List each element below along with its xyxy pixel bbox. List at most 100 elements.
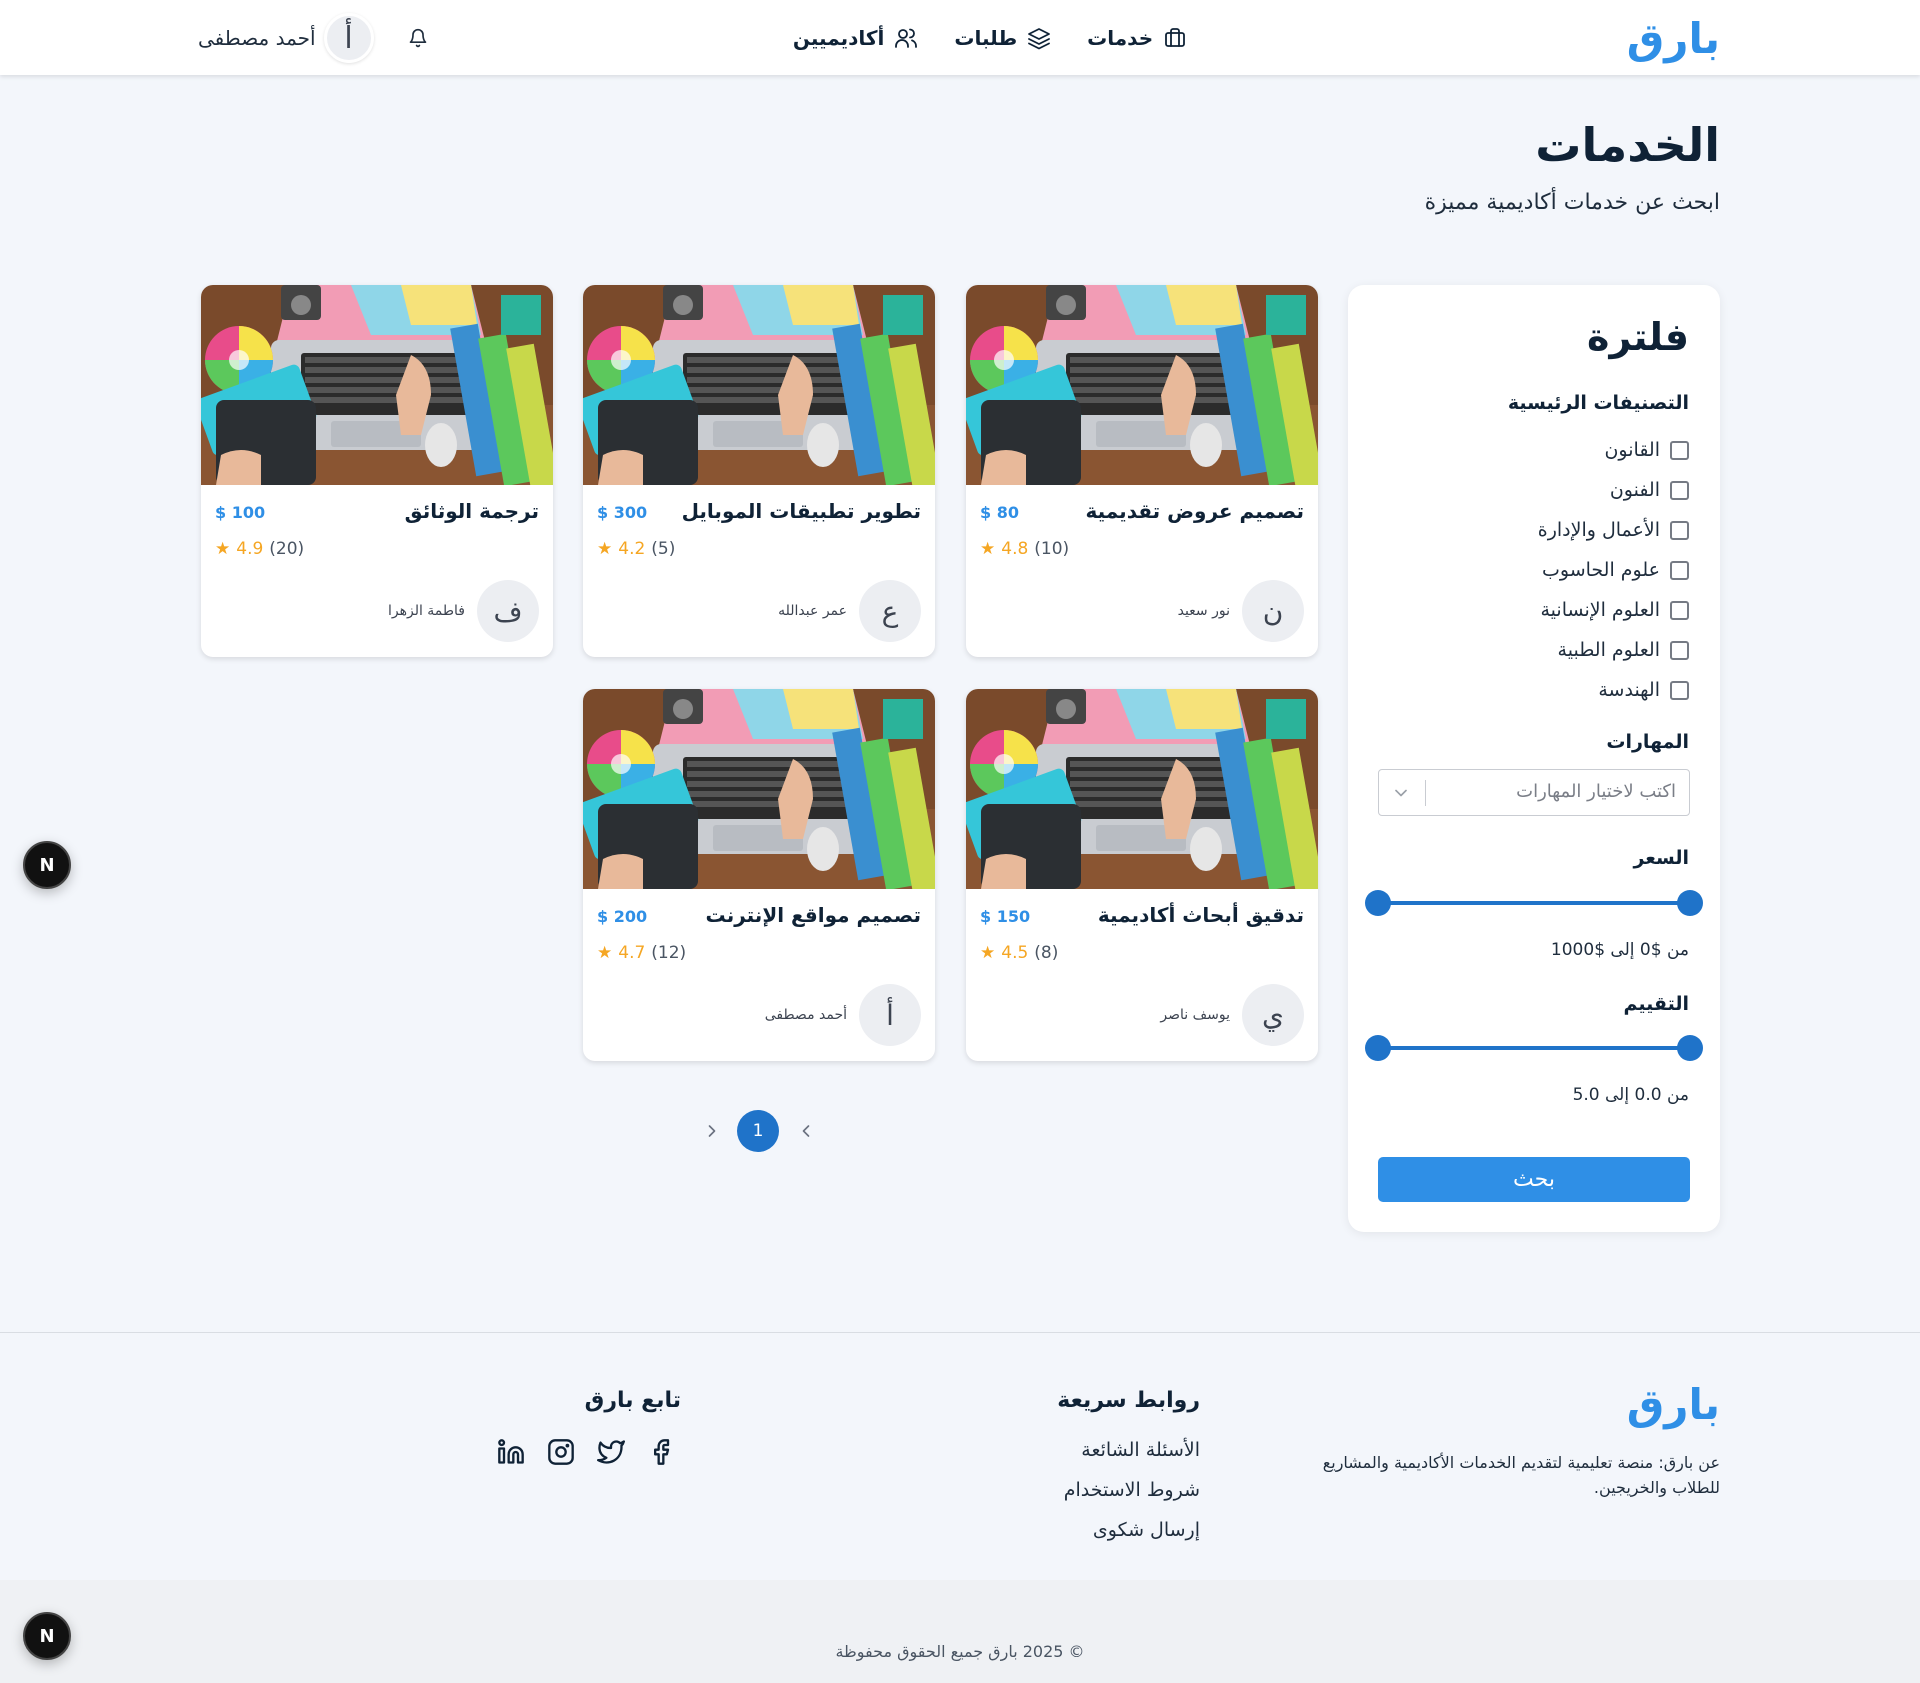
rating-value: 4.2	[618, 539, 646, 559]
categories-title: التصنيفات الرئيسية	[1507, 392, 1689, 414]
footer-link-complaint[interactable]: إرسال شكوى	[1064, 1510, 1200, 1550]
user-menu[interactable]: أ أحمد مصطفى	[198, 12, 374, 64]
service-card[interactable]: تطوير تطبيقات الموبايل $ 300 ★ 4.2 (5) ع…	[583, 285, 935, 657]
chevron-right-icon[interactable]	[796, 1120, 816, 1142]
author-name: فاطمة الزهرا	[387, 603, 465, 619]
checkbox[interactable]	[1670, 560, 1689, 580]
layers-icon	[1028, 27, 1051, 49]
follow-title: تابع بارق	[584, 1388, 681, 1413]
service-title[interactable]: تطوير تطبيقات الموبايل	[682, 499, 921, 523]
star-icon: ★	[597, 539, 613, 559]
floating-n-button[interactable]: N	[23, 1612, 71, 1660]
price-range-text: من $0 إلى $1000	[1550, 940, 1689, 960]
slider-thumb-min[interactable]	[1365, 890, 1391, 916]
author-name: عمر عبدالله	[778, 603, 847, 619]
category-label: الفنون	[1609, 479, 1660, 501]
checkbox[interactable]	[1670, 680, 1689, 700]
user-name: أحمد مصطفى	[198, 26, 316, 50]
skills-title: المهارات	[1606, 731, 1689, 753]
category-label: العلوم الطبية	[1557, 639, 1660, 661]
service-card[interactable]: تصميم مواقع الإنترنت $ 200 ★ 4.7 (12) أ …	[583, 689, 935, 1061]
avatar: ع	[859, 580, 921, 642]
nav-item-requests[interactable]: طلبات	[954, 26, 1051, 50]
author-name: نور سعيد	[1177, 603, 1230, 619]
checkbox[interactable]	[1670, 520, 1689, 540]
checkbox[interactable]	[1670, 440, 1689, 460]
price-slider[interactable]	[1365, 889, 1703, 917]
service-rating: ★ 4.9 (20)	[215, 539, 304, 559]
skills-select[interactable]: اكتب لاختيار المهارات	[1378, 769, 1690, 816]
avatar: أ	[323, 13, 374, 63]
service-title[interactable]: ترجمة الوثائق	[405, 499, 539, 523]
facebook-icon[interactable]	[647, 1438, 675, 1466]
rating-title: التقييم	[1623, 993, 1690, 1015]
chevron-left-icon[interactable]	[702, 1120, 722, 1142]
service-card[interactable]: تصميم عروض تقديمية $ 80 ★ 4.8 (10) ن نور…	[966, 285, 1318, 657]
category-item-law[interactable]: القانون	[1538, 430, 1689, 470]
slider-track	[1378, 1046, 1690, 1050]
nav-item-academics[interactable]: أكاديميين	[793, 26, 919, 50]
service-price: $ 80	[980, 503, 1019, 522]
slider-thumb-min[interactable]	[1365, 1035, 1391, 1061]
slider-thumb-max[interactable]	[1677, 1035, 1703, 1061]
service-card[interactable]: تدقيق أبحاث أكاديمية $ 150 ★ 4.5 (8) ي ي…	[966, 689, 1318, 1061]
service-title[interactable]: تصميم مواقع الإنترنت	[706, 903, 921, 927]
service-card[interactable]: ترجمة الوثائق $ 100 ★ 4.9 (20) ف فاطمة ا…	[201, 285, 553, 657]
filter-title: فلترة	[1587, 315, 1689, 359]
service-price: $ 200	[597, 907, 648, 926]
footer-brand[interactable]: بارق	[1627, 1380, 1720, 1429]
service-price: $ 100	[215, 503, 266, 522]
category-label: القانون	[1604, 439, 1660, 461]
service-image	[966, 689, 1318, 889]
search-button[interactable]: بحث	[1378, 1157, 1690, 1202]
rating-slider[interactable]	[1365, 1034, 1703, 1062]
category-label: الأعمال والإدارة	[1537, 519, 1660, 541]
rating-value: 4.8	[1001, 539, 1029, 559]
floating-n-button[interactable]: N	[23, 841, 71, 889]
service-author[interactable]: ف فاطمة الزهرا	[388, 580, 539, 642]
footer-about: عن بارق: منصة تعليمية لتقديم الخدمات الأ…	[1322, 1453, 1720, 1497]
service-author[interactable]: ي يوسف ناصر	[1160, 984, 1304, 1046]
instagram-icon[interactable]	[547, 1438, 575, 1466]
page-title: الخدمات	[1535, 118, 1720, 172]
rating-count: (12)	[651, 943, 687, 963]
chevron-down-icon[interactable]	[1391, 783, 1411, 803]
category-item-medical[interactable]: العلوم الطبية	[1538, 630, 1689, 670]
service-image	[201, 285, 553, 485]
category-item-engineering[interactable]: الهندسة	[1538, 670, 1689, 710]
category-item-humanities[interactable]: العلوم الإنسانية	[1538, 590, 1689, 630]
copyright-bar	[0, 1580, 1920, 1683]
rating-count: (5)	[651, 539, 676, 559]
category-list: القانون الفنون الأعمال والإدارة علوم الح…	[1538, 430, 1689, 710]
page-number-current[interactable]: 1	[737, 1110, 779, 1152]
category-item-computer-science[interactable]: علوم الحاسوب	[1538, 550, 1689, 590]
service-author[interactable]: ن نور سعيد	[1178, 580, 1304, 642]
bell-icon[interactable]	[408, 28, 428, 48]
service-image	[583, 689, 935, 889]
service-rating: ★ 4.8 (10)	[980, 539, 1069, 559]
service-title[interactable]: تدقيق أبحاث أكاديمية	[1098, 903, 1304, 927]
service-title[interactable]: تصميم عروض تقديمية	[1085, 499, 1304, 523]
quick-links-title: روابط سريعة	[1057, 1388, 1200, 1413]
checkbox[interactable]	[1670, 480, 1689, 500]
checkbox[interactable]	[1670, 640, 1689, 660]
footer-link-terms[interactable]: شروط الاستخدام	[1064, 1470, 1200, 1510]
linkedin-icon[interactable]	[497, 1438, 525, 1466]
checkbox[interactable]	[1670, 600, 1689, 620]
avatar: ي	[1242, 984, 1304, 1046]
nav-item-services[interactable]: خدمات	[1087, 26, 1187, 50]
price-title: السعر	[1633, 847, 1689, 869]
rating-value: 4.5	[1001, 943, 1029, 963]
category-label: العلوم الإنسانية	[1540, 599, 1661, 621]
footer-link-faq[interactable]: الأسئلة الشائعة	[1064, 1430, 1200, 1470]
pagination: 1	[700, 1110, 816, 1152]
category-item-business[interactable]: الأعمال والإدارة	[1538, 510, 1689, 550]
twitter-icon[interactable]	[597, 1438, 625, 1466]
service-author[interactable]: ع عمر عبدالله	[778, 580, 921, 642]
service-author[interactable]: أ أحمد مصطفى	[765, 984, 921, 1046]
rating-value: 4.9	[236, 539, 264, 559]
rating-value: 4.7	[618, 943, 646, 963]
category-item-arts[interactable]: الفنون	[1538, 470, 1689, 510]
slider-thumb-max[interactable]	[1677, 890, 1703, 916]
service-image	[966, 285, 1318, 485]
